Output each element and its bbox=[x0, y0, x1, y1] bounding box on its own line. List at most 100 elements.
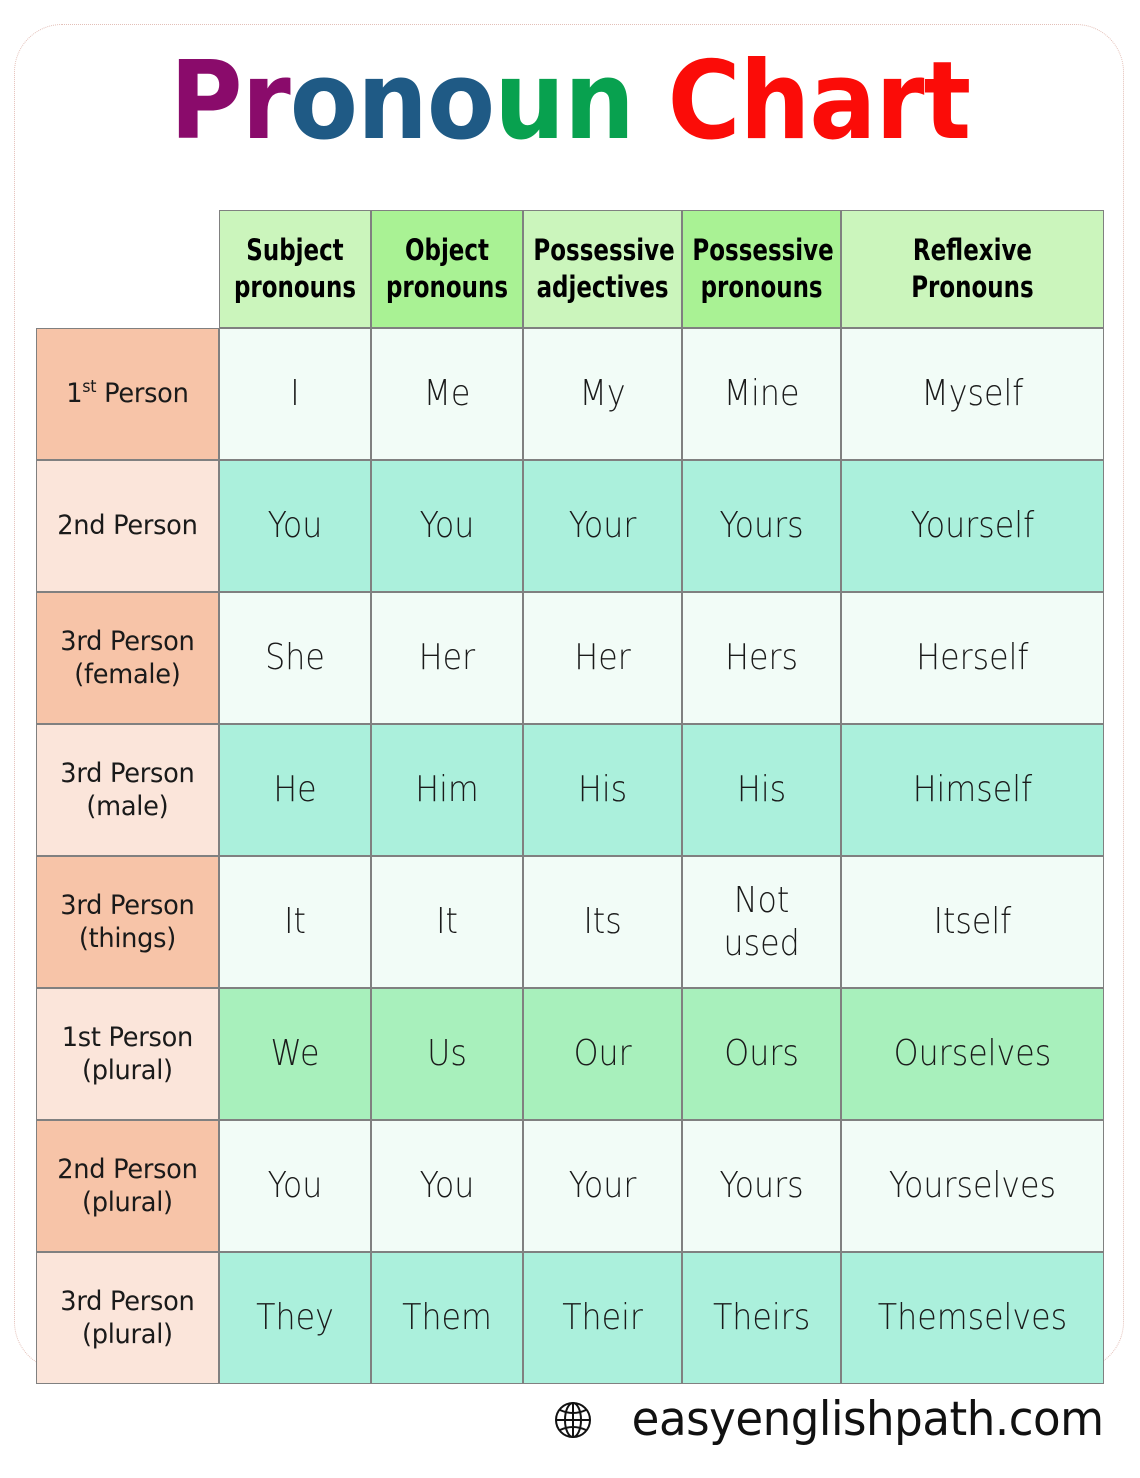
row-label-line1: 3rd Person bbox=[60, 625, 195, 657]
table-cell-line: used bbox=[723, 923, 800, 964]
row-label-3rd-person-things: 3rd Person (things) bbox=[36, 856, 219, 988]
row-label-3rd-person-plural: 3rd Person (plural) bbox=[36, 1252, 219, 1384]
row-label-line1: 3rd Person bbox=[60, 757, 195, 789]
table-cell: You bbox=[370, 1120, 523, 1252]
row-label-line2: (plural) bbox=[81, 1319, 173, 1350]
row-label-line2: (male) bbox=[86, 791, 169, 822]
globe-icon bbox=[553, 1400, 593, 1440]
column-header-line1: Object bbox=[404, 232, 489, 267]
table-cell: Theirs bbox=[681, 1252, 842, 1384]
table-row: 1st Person (plural) We Us Our Ours Ourse… bbox=[36, 988, 1104, 1120]
table-row: 1st Person I Me My Mine Myself bbox=[36, 328, 1104, 460]
row-label-text: 1st Person bbox=[42, 377, 214, 410]
column-header-possessive-adjectives: Possessive adjectives bbox=[522, 210, 682, 328]
footer-branding: easyenglishpath.com bbox=[0, 1392, 1140, 1447]
table-cell: Them bbox=[370, 1252, 523, 1384]
table-cell: Your bbox=[522, 460, 682, 592]
table-cell: You bbox=[218, 460, 371, 592]
table-cell: Yours bbox=[681, 460, 842, 592]
table-row: 2nd Person You You Your Yours Yourself bbox=[36, 460, 1104, 592]
column-header-line1: Subject bbox=[246, 232, 344, 267]
table-cell-not-used: Not used bbox=[681, 856, 842, 988]
row-label-line1: 2nd Person bbox=[57, 510, 198, 542]
pronoun-table: Subject pronouns Object pronouns Possess… bbox=[36, 210, 1104, 1384]
title-part-ono: ono bbox=[289, 39, 495, 164]
table-cell: I bbox=[218, 328, 371, 460]
row-label-suffix: Person bbox=[96, 378, 189, 410]
poster-sheet: Pronoun Chart Subject pronouns Object pr… bbox=[0, 0, 1140, 1478]
table-cell: Themselves bbox=[841, 1252, 1104, 1384]
row-label-2nd-person: 2nd Person bbox=[36, 460, 219, 592]
table-header: Subject pronouns Object pronouns Possess… bbox=[36, 210, 1104, 328]
table-row: 3rd Person (things) It It Its Not used It… bbox=[36, 856, 1104, 988]
row-label-3rd-person-female: 3rd Person (female) bbox=[36, 592, 219, 724]
table-row: 3rd Person (plural) They Them Their Thei… bbox=[36, 1252, 1104, 1384]
column-header-subject-pronouns: Subject pronouns bbox=[218, 210, 371, 328]
table-cell: My bbox=[522, 328, 682, 460]
table-cell: Your bbox=[522, 1120, 682, 1252]
column-header-line2: Pronouns bbox=[911, 270, 1034, 304]
table-cell: Mine bbox=[681, 328, 842, 460]
table-cell: It bbox=[370, 856, 523, 988]
table-cell: You bbox=[218, 1120, 371, 1252]
table-cell: Her bbox=[370, 592, 523, 724]
column-header-line2: adjectives bbox=[536, 270, 669, 304]
table-cell: She bbox=[218, 592, 371, 724]
table-cell: Myself bbox=[841, 328, 1104, 460]
table-cell: Us bbox=[370, 988, 523, 1120]
row-label-line2: (things) bbox=[78, 923, 176, 954]
table-cell: They bbox=[218, 1252, 371, 1384]
row-label-line2: (female) bbox=[74, 659, 181, 690]
table-cell: Yourself bbox=[841, 460, 1104, 592]
title-space bbox=[634, 39, 668, 164]
table-cell: Its bbox=[522, 856, 682, 988]
table-cell: We bbox=[218, 988, 371, 1120]
title-part-chart: Chart bbox=[667, 39, 972, 164]
column-header-reflexive-pronouns: Reflexive Pronouns bbox=[841, 210, 1104, 328]
row-label-1st-person-plural: 1st Person (plural) bbox=[36, 988, 219, 1120]
table-cell: Ours bbox=[681, 988, 842, 1120]
website-url: easyenglishpath.com bbox=[632, 1392, 1104, 1447]
title-part-pr: Pr bbox=[169, 39, 291, 164]
column-header-object-pronouns: Object pronouns bbox=[370, 210, 523, 328]
row-label-line2: (plural) bbox=[81, 1055, 173, 1086]
table-cell: Her bbox=[522, 592, 682, 724]
page-title: Pronoun Chart bbox=[46, 43, 1095, 161]
table-cell-line: Not bbox=[733, 879, 790, 921]
table-cell: You bbox=[370, 460, 523, 592]
table-cell: Our bbox=[522, 988, 682, 1120]
table-cell: Yours bbox=[681, 1120, 842, 1252]
table-cell: Hers bbox=[681, 592, 842, 724]
table-cell: He bbox=[218, 724, 371, 856]
table-cell: Him bbox=[370, 724, 523, 856]
table-cell: Yourselves bbox=[841, 1120, 1104, 1252]
table-cell: His bbox=[681, 724, 842, 856]
row-label-superscript: st bbox=[82, 376, 97, 397]
table-row: 3rd Person (male) He Him His His Himself bbox=[36, 724, 1104, 856]
table-row: 2nd Person (plural) You You Your Yours Y… bbox=[36, 1120, 1104, 1252]
row-label-line2: (plural) bbox=[81, 1187, 173, 1218]
table-row: 3rd Person (female) She Her Her Hers Her… bbox=[36, 592, 1104, 724]
row-label-line1: 2nd Person bbox=[57, 1153, 198, 1185]
table-cell: Itself bbox=[841, 856, 1104, 988]
row-label-line1: 1st Person bbox=[61, 1021, 194, 1053]
column-header-line1: Possessive bbox=[692, 232, 834, 267]
table-cell: Their bbox=[522, 1252, 682, 1384]
table-cell: Herself bbox=[841, 592, 1104, 724]
column-header-possessive-pronouns: Possessive pronouns bbox=[681, 210, 842, 328]
table-body: 1st Person I Me My Mine Myself 2nd Perso… bbox=[36, 328, 1104, 1384]
table-cell: Me bbox=[370, 328, 523, 460]
table-corner-cell bbox=[36, 210, 219, 328]
column-header-line2: pronouns bbox=[700, 270, 823, 304]
row-label-line1: 3rd Person bbox=[60, 889, 195, 921]
column-header-line2: pronouns bbox=[385, 270, 508, 304]
row-label-2nd-person-plural: 2nd Person (plural) bbox=[36, 1120, 219, 1252]
title-part-un: un bbox=[494, 39, 635, 164]
column-header-line2: pronouns bbox=[233, 270, 356, 304]
table-cell: It bbox=[218, 856, 371, 988]
table-cell: His bbox=[522, 724, 682, 856]
table-cell: Himself bbox=[841, 724, 1104, 856]
table-header-row: Subject pronouns Object pronouns Possess… bbox=[36, 210, 1104, 328]
column-header-line1: Possessive bbox=[533, 232, 675, 267]
row-label-line1: 3rd Person bbox=[60, 1285, 195, 1317]
